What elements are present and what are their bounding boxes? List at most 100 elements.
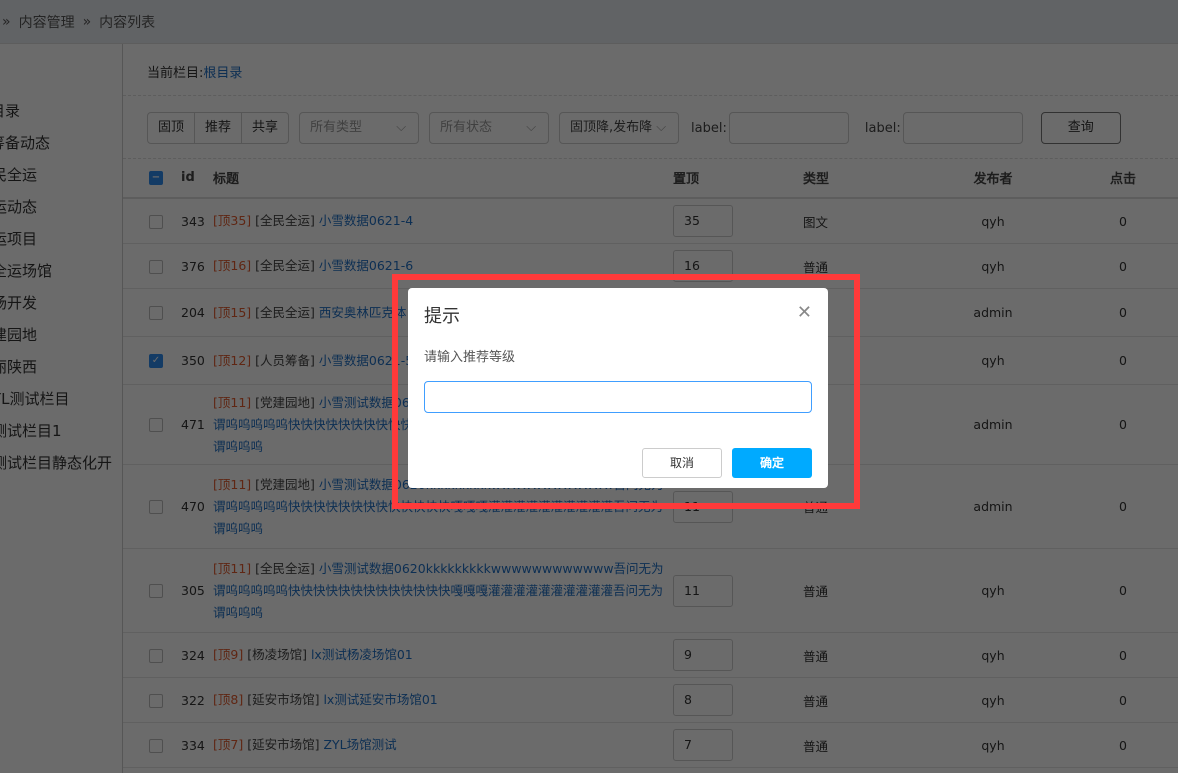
pin-button[interactable]: 固顶 [148,113,196,143]
row-type: 图文 [803,198,923,244]
checkbox-cell [123,722,181,768]
recommend-level-input[interactable] [424,381,812,413]
row-title-cell: [顶7] [延安市场馆] ZYL场馆测试 [213,722,673,768]
row-title-link[interactable]: 小雪数据0621-5 [319,353,413,368]
label-input-1[interactable] [728,112,849,144]
row-column-tag: [全民全运] [255,213,315,228]
table-header: − id 标题 置顶 类型 发布者 点击 [123,158,1178,199]
row-id: 376 [181,243,213,289]
header-author: 发布者 [923,158,1063,199]
header-title: 标题 [213,158,673,199]
row-title-link[interactable]: lx测试杨凌场馆01 [311,647,413,662]
pin-input[interactable]: 11 [673,574,733,607]
breadcrumb-separator: » [2,13,11,30]
row-author: qyh [923,677,1063,723]
sidebar-item[interactable]: 测试栏目静态化开 [0,452,112,473]
row-title-link[interactable]: 小雪数据0621-4 [319,213,413,228]
row-title-link[interactable]: lx测试延安市场馆01 [323,692,437,707]
row-pin-tag: [顶11] [213,394,252,410]
row-pin-cell: 11 [673,548,803,633]
cancel-button[interactable]: 取消 [642,448,722,478]
row-checkbox[interactable] [149,648,163,663]
table-row[interactable]: 305 [顶11] [全民全运] 小雪测试数据0620kkkkkkkkkwwwww… [123,548,1178,633]
breadcrumb-content-management[interactable]: 内容管理 [19,12,75,32]
row-title-cell: [顶35] [全民全运] 小雪数据0621-4 [213,198,673,244]
select-all-checkbox[interactable]: − [149,170,163,185]
sidebar-item[interactable]: 目录 [0,100,20,121]
row-checkbox[interactable]: ✓ [149,354,163,369]
row-author: qyh [923,722,1063,768]
row-pin-tag: [顶16] [213,258,252,273]
row-column-tag: [人员筹备] [255,352,315,368]
pin-input[interactable]: 9 [673,639,733,671]
chevron-down-icon: ⌵ [396,120,407,135]
current-column-link[interactable]: 根目录 [203,66,242,81]
status-select-value: 所有状态 [440,120,493,135]
sidebar-item[interactable]: 运动态 [0,196,37,217]
row-type: 普通 [803,243,923,289]
row-author: admin [923,464,1063,549]
table-row[interactable]: 334[顶7] [延安市场馆] ZYL场馆测试7普通qyh02019- [123,722,1178,768]
row-id: 324 [181,632,213,678]
row-clicks: 0 [1063,384,1178,465]
row-column-tag: [全民全运] [255,258,315,273]
row-column-tag: [延安市场馆] [247,737,320,752]
sort-select-value: 固顶降,发布降 [570,120,653,135]
row-type: 普通 [803,548,923,633]
row-column-tag: [杨凌场馆] [247,647,307,662]
recommend-button[interactable]: 推荐 [195,113,243,143]
row-id: 322 [181,677,213,723]
row-checkbox[interactable] [149,306,163,321]
sidebar-item[interactable]: 建园地 [0,324,37,345]
checkbox-cell [123,243,181,289]
pin-input[interactable]: 7 [673,729,733,761]
row-title-cell: [顶11] [全民全运] 小雪测试数据0620kkkkkkkkkwwwwwwww… [213,548,673,633]
sidebar-item[interactable]: 筹备动态 [0,132,50,153]
sidebar-item[interactable]: YL测试栏目 [0,388,70,409]
table-row[interactable]: 376[顶16] [全民全运] 小雪数据0621-616普通qyh02019- [123,243,1178,289]
checkbox-cell [123,384,181,465]
row-pin-cell: 9 [673,632,803,678]
row-title-link[interactable]: 小雪数据0621-6 [319,258,413,273]
query-button[interactable]: 查询 [1040,112,1121,144]
type-select[interactable]: 所有类型 ⌵ [299,112,420,144]
type-select-value: 所有类型 [310,120,363,135]
row-checkbox[interactable] [149,738,163,753]
sort-select[interactable]: 固顶降,发布降 ⌵ [559,112,680,144]
row-checkbox[interactable] [149,693,163,708]
row-checkbox[interactable] [149,259,163,274]
confirm-button[interactable]: 确定 [732,448,812,478]
share-button[interactable]: 共享 [242,113,288,143]
row-clicks: 0 [1063,548,1178,633]
sidebar-item[interactable]: 全运场馆 [0,260,52,281]
row-checkbox[interactable] [149,584,163,599]
row-checkbox[interactable] [149,500,163,515]
row-title-link[interactable]: 西安奥林匹克体 [319,305,407,320]
action-button-group: 固顶 推荐 共享 [147,112,290,144]
row-title-link[interactable]: ZYL场馆测试 [323,737,396,752]
table-row[interactable]: 324[顶9] [杨凌场馆] lx测试杨凌场馆019普通qyh02019- [123,632,1178,678]
row-id: 350 [181,336,213,385]
pin-input[interactable]: 35 [673,205,733,237]
sidebar-item[interactable]: 测试栏目1 [0,420,62,441]
table-row[interactable]: 343[顶35] [全民全运] 小雪数据0621-435图文qyh02019- [123,198,1178,244]
row-column-tag: [全民全运] [255,304,315,320]
row-clicks: 0 [1063,288,1178,337]
row-checkbox[interactable] [149,214,163,229]
pin-input[interactable]: 8 [673,684,733,716]
label-input-2[interactable] [902,112,1023,144]
checkbox-cell [123,632,181,678]
header-clicks: 点击 [1063,158,1178,199]
close-icon[interactable]: ✕ [797,302,812,323]
sidebar-item[interactable]: 运项目 [0,228,37,249]
sidebar-item[interactable]: 丽陕西 [0,356,37,377]
table-row[interactable]: 322[顶8] [延安市场馆] lx测试延安市场馆018普通qyh02019- [123,677,1178,723]
row-id: 471 [181,384,213,465]
pin-input[interactable]: 16 [673,250,733,282]
status-select[interactable]: 所有状态 ⌵ [429,112,550,144]
row-checkbox[interactable] [149,418,163,433]
pin-input[interactable]: 11 [673,490,733,523]
sidebar-item[interactable]: 场开发 [0,292,37,313]
row-clicks: 0 [1063,336,1178,385]
sidebar-item[interactable]: 民全运 [0,164,37,185]
